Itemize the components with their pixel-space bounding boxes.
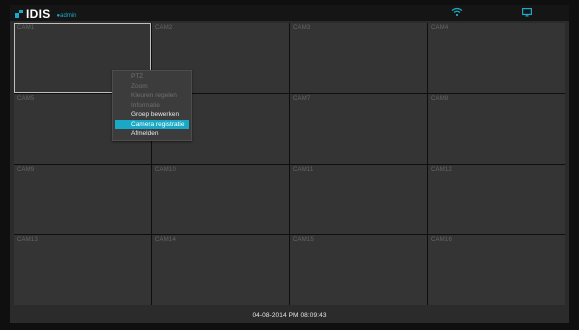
camera-label: CAM11: [293, 166, 314, 173]
camera-tile[interactable]: CAM9: [14, 164, 151, 235]
camera-tile[interactable]: CAM14: [152, 235, 289, 305]
monitor-icon[interactable]: [522, 8, 532, 17]
top-bar: IDIS ●admin: [10, 5, 569, 21]
camera-tile[interactable]: CAM15: [290, 235, 427, 305]
camera-label: CAM2: [155, 25, 173, 31]
camera-label: CAM16: [431, 237, 453, 244]
camera-tile[interactable]: CAM7: [290, 93, 427, 164]
camera-label: CAM15: [293, 237, 315, 244]
camera-label: CAM13: [17, 237, 39, 244]
context-menu-item[interactable]: Afmelden: [115, 129, 189, 139]
camera-label: CAM5: [17, 95, 35, 102]
camera-tile[interactable]: CAM4: [428, 23, 565, 93]
context-menu-item[interactable]: Groep bewerken: [115, 110, 189, 120]
camera-tile[interactable]: CAM8: [428, 93, 565, 164]
camera-tile[interactable]: CAM12: [428, 164, 565, 235]
brand-logo: IDIS ●admin: [15, 6, 77, 20]
camera-tile[interactable]: CAM3: [290, 23, 427, 93]
camera-label: CAM4: [431, 25, 449, 31]
camera-label: CAM9: [17, 166, 35, 173]
context-menu-item[interactable]: Camera registratie: [115, 119, 189, 129]
camera-label: CAM7: [293, 95, 311, 102]
context-menu: PTZ Zoom Kleuren regelen Informatie Groep be…: [112, 70, 192, 141]
network-status-icon[interactable]: [451, 7, 463, 17]
camera-tile[interactable]: CAM10: [152, 164, 289, 235]
camera-tile[interactable]: CAM13: [14, 235, 151, 305]
camera-label: CAM3: [293, 25, 311, 31]
status-bar: 04-08-2014 PM 08:09:43: [10, 305, 569, 323]
camera-grid: CAM1CAM2CAM3CAM4CAM5CAM6CAM7CAM8CAM9CAM1…: [14, 23, 565, 305]
camera-tile[interactable]: CAM16: [428, 235, 565, 305]
nvr-screen: IDIS ●admin CAM1CAM2CAM3CAM4CAM5CAM6CAM7…: [10, 5, 569, 323]
logged-in-user[interactable]: ●admin: [57, 12, 77, 20]
context-menu-item: Informatie: [131, 101, 160, 109]
camera-label: CAM12: [431, 166, 453, 173]
camera-label: CAM8: [431, 95, 449, 102]
context-menu-item: PTZ: [131, 73, 144, 80]
camera-tile[interactable]: CAM11: [290, 164, 427, 235]
logo-mark-icon: [15, 10, 23, 18]
context-menu-item: Zoom: [131, 82, 148, 90]
camera-label: CAM10: [155, 166, 177, 173]
context-menu-item: Kleuren regelen: [131, 92, 177, 99]
user-label: admin: [60, 13, 77, 19]
datetime-display: 04-08-2014 PM 08:09:43: [252, 312, 327, 319]
camera-label: CAM1: [17, 25, 35, 31]
brand-name: IDIS: [26, 7, 51, 21]
camera-label: CAM14: [155, 237, 177, 244]
